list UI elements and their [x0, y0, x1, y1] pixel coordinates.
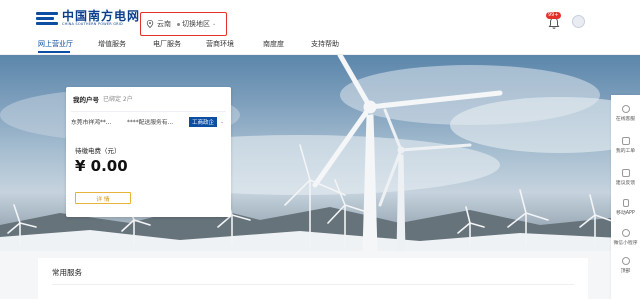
region-selector[interactable]: 云南 切换地区 ⌄: [140, 12, 227, 36]
mini-program-icon: [621, 229, 630, 237]
main-nav: 网上营业厅 增值服务 电厂服务 营商环境 南度度 支持帮助: [0, 38, 640, 55]
floating-sidebar: 在线客服 我的工单 建议反馈 移动APP 微信小程序 顶部: [611, 95, 640, 299]
chevron-down-icon[interactable]: ⌄: [220, 119, 224, 125]
headset-icon: [621, 105, 630, 113]
nav-item-online-hall[interactable]: 网上营业厅: [38, 39, 73, 49]
notification-badge: 99+: [546, 12, 561, 19]
nav-item-nandudu[interactable]: 南度度: [263, 39, 284, 49]
due-amount: ¥ 0.00: [75, 157, 128, 175]
services-title: 常用服务: [52, 268, 82, 277]
account-card: 我的户号 已绑定 2户 东莞市祥鸿**... ****配送服务有... 工商政企…: [66, 87, 231, 217]
user-avatar-icon[interactable]: [572, 15, 585, 28]
nav-item-support[interactable]: 支持帮助: [311, 39, 339, 49]
common-services-panel: 常用服务: [38, 258, 588, 299]
due-label: 待缴电费（元）: [75, 147, 121, 155]
logo-subtitle: CHINA SOUTHERN POWER GRID: [62, 22, 123, 26]
csg-logo[interactable]: 中国南方电网 CHINA SOUTHERN POWER GRID: [36, 10, 140, 27]
region-name: 云南: [157, 20, 171, 28]
location-pin-icon: [146, 20, 154, 28]
nav-item-business-env[interactable]: 营商环境: [206, 39, 234, 49]
detail-button[interactable]: 详 情: [75, 192, 131, 204]
account-address: ****配送服务有...: [127, 120, 174, 126]
sidebar-item-mobile-app[interactable]: 移动APP: [611, 199, 640, 216]
csg-logo-icon: [36, 11, 58, 27]
account-type-badge: 工商政企: [189, 116, 218, 127]
logo-title: 中国南方电网: [62, 9, 141, 23]
switch-region-label: 切换地区: [182, 20, 210, 28]
phone-icon: [622, 199, 629, 207]
sidebar-item-feedback[interactable]: 建议反馈: [611, 169, 640, 186]
divider: [52, 284, 574, 285]
document-icon: [621, 137, 630, 145]
sidebar-item-my-orders[interactable]: 我的工单: [611, 137, 640, 154]
sidebar-item-mini-program[interactable]: 微信小程序: [611, 229, 640, 246]
active-tab-indicator: [38, 51, 70, 53]
chevron-down-icon: ⌄: [212, 21, 217, 27]
sidebar-item-online-service[interactable]: 在线客服: [611, 105, 640, 122]
switch-region-button[interactable]: 切换地区 ⌄: [177, 19, 216, 29]
arrow-up-icon: [621, 257, 630, 265]
bullet-icon: [177, 22, 180, 26]
edit-icon: [621, 169, 630, 177]
account-selector[interactable]: 东莞市祥鸿**... ****配送服务有... 工商政企 ⌄: [71, 111, 226, 127]
top-header: 中国南方电网 CHINA SOUTHERN POWER GRID 云南 切换地区…: [0, 0, 640, 38]
nav-item-plant-service[interactable]: 电厂服务: [153, 39, 181, 49]
account-name: 东莞市祥鸿**...: [71, 120, 112, 126]
bound-count: 已绑定 2户: [103, 96, 133, 103]
account-card-title: 我的户号: [73, 96, 99, 104]
sidebar-item-back-to-top[interactable]: 顶部: [611, 257, 640, 274]
nav-item-value-added[interactable]: 增值服务: [98, 39, 126, 49]
